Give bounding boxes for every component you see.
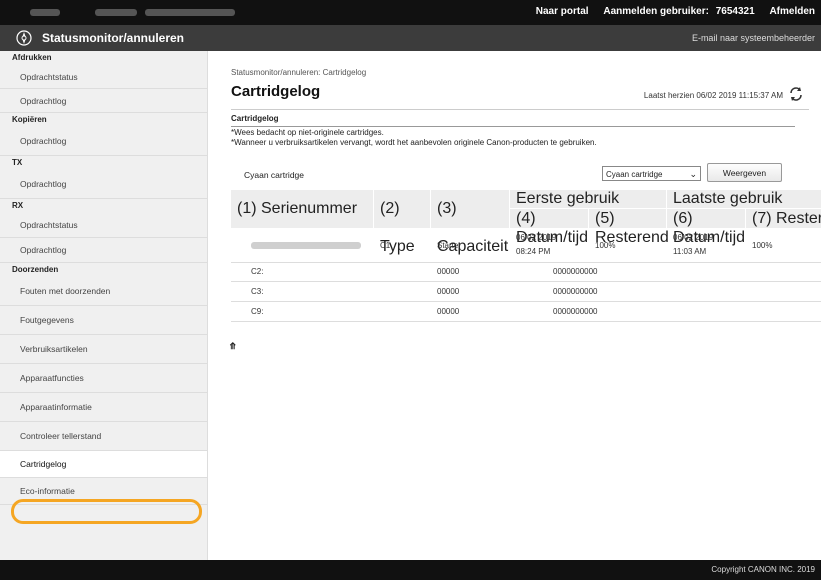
sidebar-item-rx-job-log[interactable]: Opdrachtlog [0, 238, 207, 263]
user-id: 7654321 [715, 6, 755, 17]
row-c2-capacity: 00000 [437, 267, 460, 276]
row1-last-remaining: 100% [752, 241, 773, 250]
row-c9-label: C9: [251, 307, 264, 316]
chevron-down-icon: ⌄ [689, 169, 697, 179]
app-header: Statusmonitor/annuleren E-mail naar syst… [0, 25, 821, 51]
sidebar-heading-forward: Doorzenden [12, 265, 59, 274]
portal-link[interactable]: Naar portal [536, 6, 589, 17]
cartridge-select-value: Cyaan cartridge [606, 170, 663, 179]
logout-link[interactable]: Afmelden [769, 6, 815, 17]
row-c3-capacity: 00000 [437, 287, 460, 296]
row-c3-label: C3: [251, 287, 264, 296]
copyright-text: Copyright CANON INC. 2019 [711, 565, 815, 574]
status-monitor-icon [16, 30, 32, 46]
row1-first-date: 06/02 2019 [516, 233, 557, 242]
row-divider [231, 281, 821, 282]
section-underline [231, 126, 795, 127]
warning-note: *Wees bedacht op niet-originele cartridg… [231, 128, 384, 137]
header-last-use: Laatste gebruik [667, 190, 821, 208]
row-divider [231, 321, 821, 322]
section-title: Cartridgelog [231, 114, 279, 123]
row1-first-time: 08:24 PM [516, 247, 551, 256]
breadcrumb: Statusmonitor/annuleren: Cartridgelog [231, 68, 367, 77]
row-c2-label: C2: [251, 267, 264, 276]
email-admin-link[interactable]: E-mail naar systeembeheerder [692, 33, 815, 43]
row-c2-value: 0000000000 [553, 267, 598, 276]
top-links: Naar portal Aanmelden gebruiker: 7654321… [524, 6, 815, 17]
sidebar: Afdrukken Opdrachtstatus Opdrachtlog Kop… [0, 51, 208, 560]
sidebar-heading-copy: Kopiëren [12, 115, 47, 124]
sidebar-item-consumables[interactable]: Verbruiksartikelen [0, 335, 207, 364]
last-updated-text: Laatst herzien 06/02 2019 11:15:37 AM [643, 91, 783, 100]
device-model-blurred [95, 9, 137, 16]
row-c3-value: 0000000000 [553, 287, 598, 296]
device-name-blurred [30, 9, 60, 16]
sidebar-item-copy-job-log[interactable]: Opdrachtlog [0, 127, 207, 156]
section-divider [231, 109, 809, 110]
top-bar: Naar portal Aanmelden gebruiker: 7654321… [0, 0, 821, 25]
header-last-remaining: (7) Resterend [746, 209, 821, 228]
cartridge-label: Cyaan cartridge [244, 170, 305, 180]
scroll-to-top-icon[interactable]: ⤊ [229, 341, 237, 352]
sidebar-item-forwarding-errors[interactable]: Fouten met doorzenden [0, 277, 207, 306]
refresh-icon[interactable] [788, 86, 804, 102]
row-c9-value: 0000000000 [553, 307, 598, 316]
sidebar-item-rx-job-status[interactable]: Opdrachtstatus [0, 213, 207, 238]
sidebar-item-print-job-status[interactable]: Opdrachtstatus [0, 65, 207, 89]
footer: Copyright CANON INC. 2019 [0, 560, 821, 580]
device-info-blurred [145, 9, 235, 16]
recommendation-note: *Wanneer u verbruiksartikelen vervangt, … [231, 138, 597, 147]
row1-capacity: Starter [437, 241, 462, 250]
app-title: Statusmonitor/annuleren [42, 31, 185, 45]
row1-last-time: 11:03 AM [673, 247, 707, 256]
cartridge-select[interactable]: Cyaan cartridge ⌄ [602, 166, 701, 181]
sidebar-item-tx-job-log[interactable]: Opdrachtlog [0, 170, 207, 199]
page-title: Cartridgelog [231, 83, 321, 100]
header-type: (2) Type [374, 190, 430, 255]
sidebar-item-print-job-log[interactable]: Opdrachtlog [0, 89, 207, 113]
header-first-datetime: (4) Datum/tijd [510, 209, 588, 246]
main-content: Statusmonitor/annuleren: Cartridgelog Ca… [208, 51, 821, 560]
sidebar-item-error-info[interactable]: Foutgegevens [0, 306, 207, 335]
header-last-datetime: (6) Datum/tijd [667, 209, 745, 246]
header-first-use: Eerste gebruik [510, 190, 666, 208]
sidebar-item-device-features[interactable]: Apparaatfuncties [0, 364, 207, 393]
sidebar-item-eco-info[interactable]: Eco-informatie [0, 478, 207, 505]
header-first-remaining: (5) Resterend [589, 209, 669, 246]
sidebar-item-cartridge-log[interactable]: Cartridgelog [0, 451, 207, 478]
row1-first-remaining: 100% [595, 241, 616, 250]
sidebar-item-device-info[interactable]: Apparaatinformatie [0, 393, 207, 422]
header-serial: (1) Serienummer [231, 190, 373, 228]
show-button[interactable]: Weergeven [707, 163, 782, 182]
sidebar-heading-tx: TX [12, 158, 23, 167]
sidebar-heading-print: Afdrukken [12, 53, 52, 62]
row-c9-capacity: 00000 [437, 307, 460, 316]
login-label: Aanmelden gebruiker: 7654321 [603, 6, 755, 17]
row-divider [231, 262, 821, 263]
row1-last-date: 06/02 2019 [673, 233, 714, 242]
sidebar-heading-rx: RX [12, 201, 24, 210]
sidebar-item-check-counter[interactable]: Controleer tellerstand [0, 422, 207, 451]
row-divider [231, 301, 821, 302]
header-capacity: (3) Capaciteit [431, 190, 509, 255]
serial-number-blurred [251, 242, 361, 249]
row1-type: C1 [380, 241, 391, 250]
